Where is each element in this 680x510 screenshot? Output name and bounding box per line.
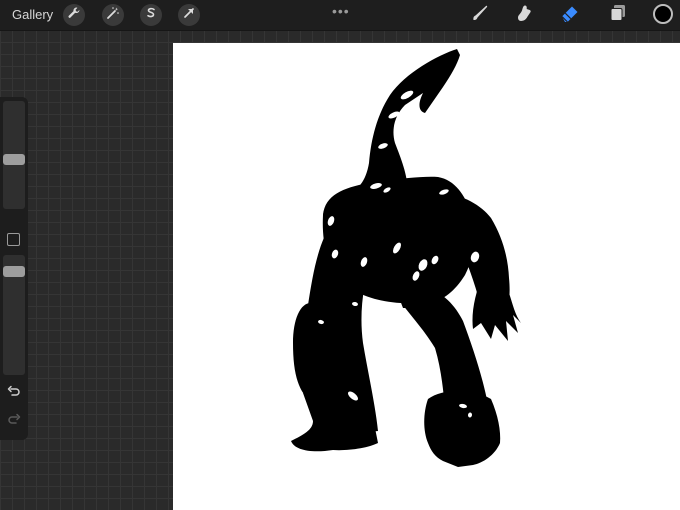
magic-wand-icon [106,6,120,25]
transform-button[interactable] [178,4,200,26]
smudge-icon [513,2,535,29]
adjustments-button[interactable] [102,4,124,26]
actions-button[interactable] [63,4,85,26]
layers-button[interactable] [606,3,630,27]
creature-drawing [291,49,521,467]
brush-icon [469,2,491,29]
selection-icon [144,6,158,25]
modify-button[interactable] [7,233,20,246]
brush-tool-button[interactable] [468,3,492,27]
opacity-handle[interactable] [3,265,25,277]
side-bar [0,97,28,440]
undo-icon [7,385,21,404]
color-picker-button[interactable] [653,4,673,24]
gallery-button[interactable]: Gallery [12,7,53,22]
eraser-icon [559,2,581,29]
smudge-tool-button[interactable] [512,3,536,27]
redo-button[interactable] [5,413,23,431]
redo-icon [7,413,21,432]
eraser-tool-button[interactable] [558,3,582,27]
brush-size-handle[interactable] [3,154,25,166]
top-toolbar: Gallery ••• [0,0,680,31]
transform-arrow-icon [182,6,196,25]
creature-silhouette [291,49,521,467]
drawing-canvas[interactable] [173,43,680,510]
layers-icon [607,2,629,29]
undo-button[interactable] [5,385,23,403]
wrench-icon [67,6,81,25]
selection-button[interactable] [140,4,162,26]
more-options-button[interactable]: ••• [332,3,350,19]
